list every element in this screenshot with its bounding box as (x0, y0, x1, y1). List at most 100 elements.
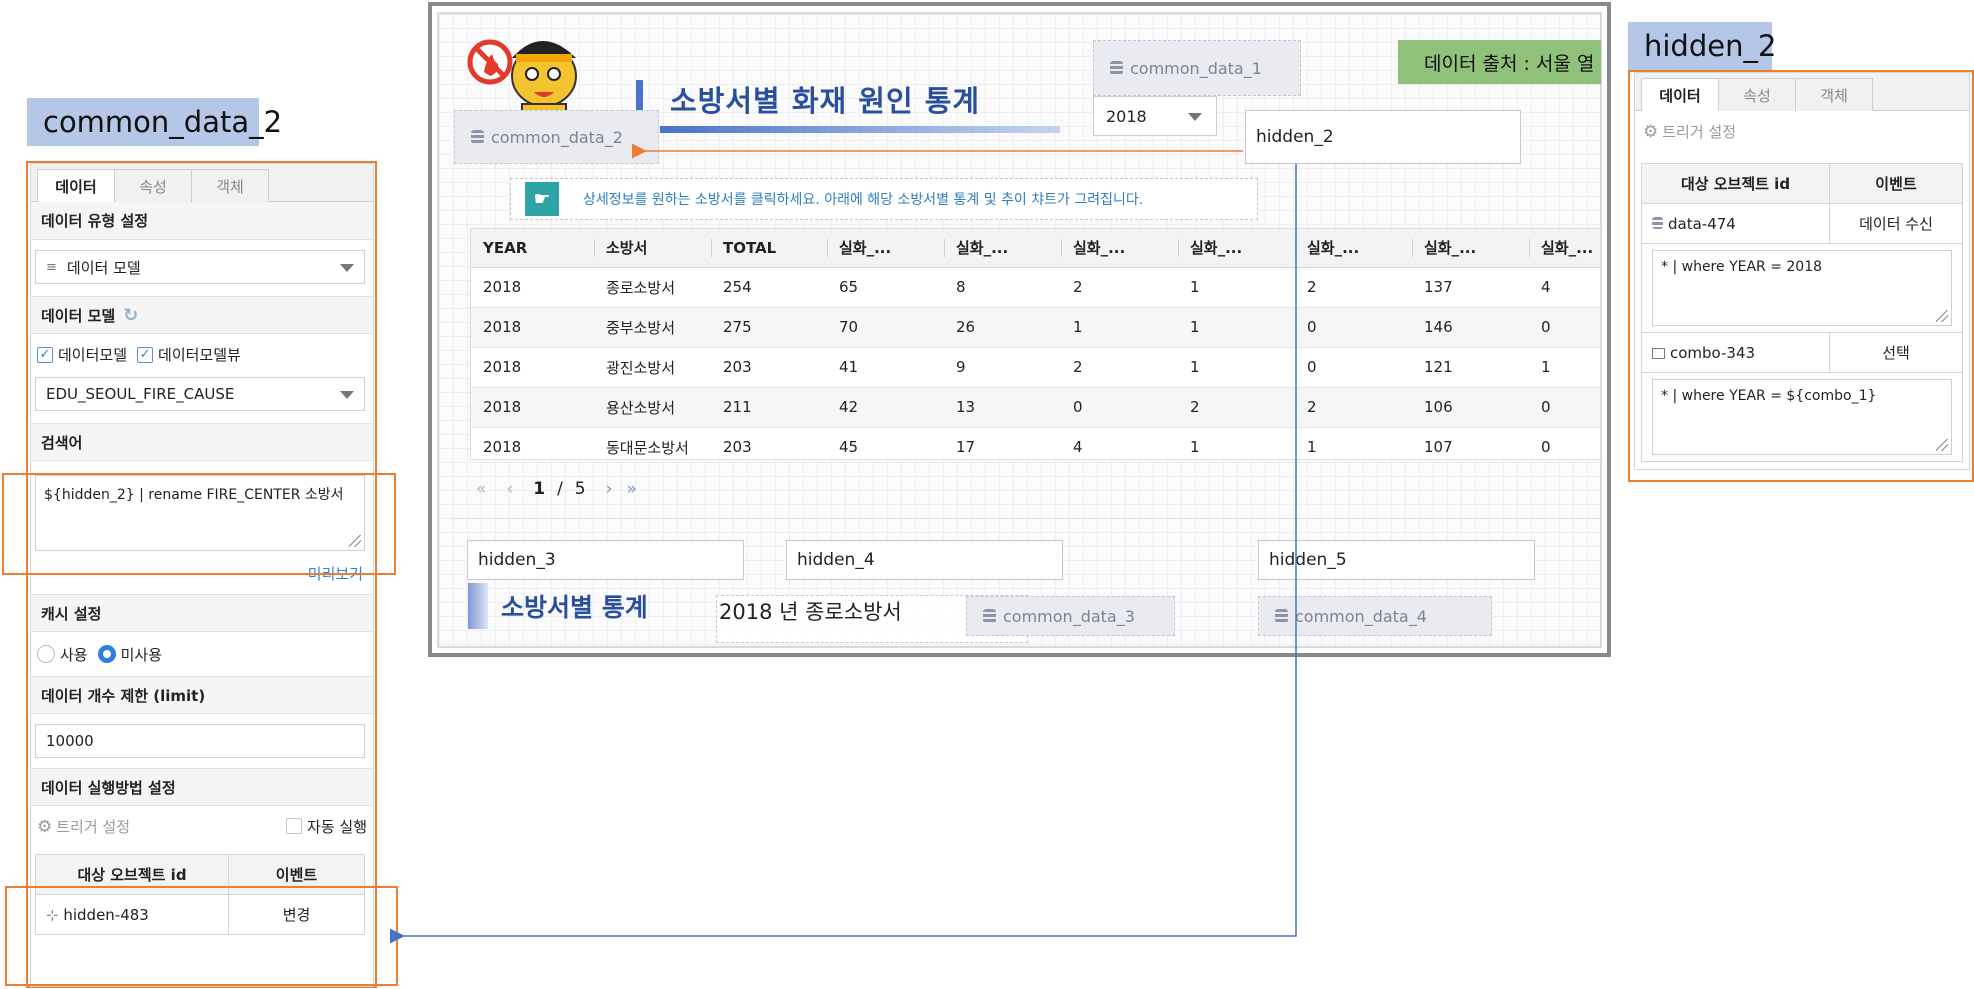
common-data-1-chip[interactable]: common_data_1 (1093, 40, 1301, 96)
limit-input[interactable]: 10000 (35, 724, 365, 758)
hidden-5-box[interactable]: hidden_5 (1258, 540, 1535, 580)
col-total[interactable]: TOTAL (711, 229, 827, 268)
resize-grip-icon[interactable] (1936, 439, 1948, 451)
table-row[interactable]: 2018 용산소방서 211 42 13 0 2 2 106 0 (471, 387, 1600, 428)
hidden-4-box[interactable]: hidden_4 (786, 540, 1063, 580)
col-station[interactable]: 소방서 (594, 229, 711, 268)
col-fire-4[interactable]: 실화_... (1178, 229, 1295, 268)
hint-banner: ☛ 상세정보를 원하는 소방서를 클릭하세요. 아래에 해당 소방서별 통계 및… (510, 178, 1258, 220)
database-icon (471, 130, 484, 144)
section-cache: 캐시 설정 (31, 594, 373, 632)
trigger-query-text: * | where YEAR = ${combo_1} (1661, 388, 1877, 404)
tab-data[interactable]: 데이터 (37, 169, 115, 202)
data-type-value: 데이터 모델 (66, 258, 141, 277)
tab-data[interactable]: 데이터 (1641, 78, 1719, 111)
database-icon (1652, 216, 1663, 229)
data-source-banner: 데이터 출처 : 서울 열 (1398, 40, 1601, 84)
trigger-query-textarea[interactable]: * | where YEAR = ${combo_1} (1652, 379, 1952, 455)
divider (452, 518, 1602, 519)
pager: « ‹ 1 / 5 › » (476, 474, 696, 504)
header-event: 이벤트 (1829, 163, 1963, 204)
auto-run-label: 자동 실행 (307, 817, 367, 836)
search-highlight (2, 473, 396, 575)
hidden-3-box[interactable]: hidden_3 (467, 540, 744, 580)
chevron-down-icon (1188, 113, 1202, 121)
grid-header-row: YEAR 소방서 TOTAL 실화_... 실화_... 실화_... 실화_.… (471, 229, 1600, 268)
section-data-model: 데이터 모델 ↻ (31, 296, 373, 334)
trigger-settings[interactable]: ⚙ 트리거 설정 (1635, 111, 1969, 155)
common-data-3-chip[interactable]: common_data_3 (966, 596, 1175, 636)
checkbox-data-model-view[interactable]: ✓ (137, 346, 154, 363)
chevron-down-icon (340, 264, 354, 272)
col-fire-7[interactable]: 실화_... (1529, 229, 1600, 268)
hint-text: 상세정보를 원하는 소방서를 클릭하세요. 아래에 해당 소방서별 통계 및 추… (583, 192, 1144, 208)
table-row[interactable]: combo-343 선택 (1641, 332, 1963, 373)
database-icon (1110, 61, 1123, 75)
prev-page-icon[interactable]: ‹ (506, 479, 513, 499)
common-data-4-chip[interactable]: common_data_4 (1258, 596, 1492, 636)
combo-icon (1652, 347, 1665, 359)
gear-icon: ⚙ (1643, 122, 1659, 142)
right-panel-tag: hidden_2 (1628, 22, 1776, 70)
section-exec: 데이터 실행방법 설정 (31, 768, 373, 806)
table-row[interactable]: 2018 중부소방서 275 70 26 1 1 0 146 0 (471, 307, 1600, 348)
data-grid: YEAR 소방서 TOTAL 실화_... 실화_... 실화_... 실화_.… (470, 228, 1601, 460)
data-type-select[interactable]: ≡ 데이터 모델 (35, 250, 365, 284)
title-accent-bar (636, 80, 643, 110)
resize-grip-icon[interactable] (1936, 310, 1948, 322)
table-row[interactable]: data-474 데이터 수신 (1641, 203, 1963, 244)
tab-object[interactable]: 객체 (1795, 78, 1873, 111)
col-fire-3[interactable]: 실화_... (1061, 229, 1178, 268)
section-title: 소방서별 통계 (501, 593, 648, 622)
left-panel-tag: common_data_2 (27, 98, 282, 146)
refresh-icon[interactable]: ↻ (123, 305, 138, 326)
first-page-icon[interactable]: « (476, 479, 486, 499)
checkbox-data-model[interactable]: ✓ (37, 346, 53, 363)
radio-cache-unused[interactable] (97, 645, 116, 663)
radio-cache-use-label: 사용 (60, 645, 88, 664)
next-page-icon[interactable]: › (606, 479, 613, 499)
table-row[interactable]: 2018 동대문소방서 203 45 17 4 1 1 107 0 (471, 427, 1600, 459)
section-search: 검색어 (31, 423, 373, 461)
checkbox-data-model-label: 데이터모델 (58, 346, 128, 364)
database-icon (983, 609, 996, 623)
checkbox-auto-run[interactable] (286, 818, 303, 834)
left-properties-panel: 데이터 속성 객체 데이터 유형 설정 ≡ 데이터 모델 데이터 모델 ↻ ✓ … (30, 163, 374, 987)
tab-properties[interactable]: 속성 (114, 169, 192, 202)
page-separator: / (557, 479, 563, 499)
col-fire-1[interactable]: 실화_... (827, 229, 944, 268)
pointing-hand-icon: ☛ (525, 182, 559, 216)
trigger-table-highlight (5, 886, 398, 986)
current-page: 1 (533, 479, 546, 499)
chevron-down-icon (340, 391, 354, 399)
section-data-type: 데이터 유형 설정 (31, 202, 373, 240)
right-tab-bar: 데이터 속성 객체 (1635, 73, 1969, 111)
radio-cache-unused-label: 미사용 (120, 645, 163, 664)
hidden-2-box[interactable]: hidden_2 (1245, 110, 1521, 164)
header-target-id: 대상 오브젝트 id (1641, 163, 1830, 204)
year-combo[interactable]: 2018 (1093, 96, 1217, 136)
last-page-icon[interactable]: » (626, 479, 636, 499)
table-row[interactable]: 2018 광진소방서 203 41 9 2 1 0 121 1 (471, 347, 1600, 388)
row-event: 데이터 수신 (1829, 203, 1963, 244)
section-limit: 데이터 개수 제한 (limit) (31, 676, 373, 714)
trigger-query-textarea[interactable]: * | where YEAR = 2018 (1652, 250, 1952, 326)
col-fire-5[interactable]: 실화_... (1295, 229, 1412, 268)
col-fire-6[interactable]: 실화_... (1412, 229, 1529, 268)
radio-cache-use[interactable] (37, 645, 55, 663)
tab-properties[interactable]: 속성 (1718, 78, 1796, 111)
table-row[interactable]: 2018 종로소방서 254 65 8 2 1 2 137 4 (471, 267, 1600, 308)
data-model-select[interactable]: EDU_SEOUL_FIRE_CAUSE (35, 377, 365, 411)
col-fire-2[interactable]: 실화_... (944, 229, 1061, 268)
trigger-settings[interactable]: ⚙ 트리거 설정 (37, 816, 130, 837)
common-data-2-chip[interactable]: common_data_2 (454, 110, 659, 164)
section-accent-bar (468, 583, 488, 629)
tab-object[interactable]: 객체 (191, 169, 269, 202)
col-year[interactable]: YEAR (471, 229, 594, 268)
database-icon (1275, 609, 1288, 623)
data-model-icon: ≡ (46, 259, 57, 275)
data-model-value: EDU_SEOUL_FIRE_CAUSE (46, 385, 235, 403)
title-underline (660, 126, 1060, 133)
total-pages: 5 (574, 479, 586, 499)
trigger-table: 대상 오브젝트 id 이벤트 data-474 데이터 수신 * | where… (1641, 163, 1963, 462)
